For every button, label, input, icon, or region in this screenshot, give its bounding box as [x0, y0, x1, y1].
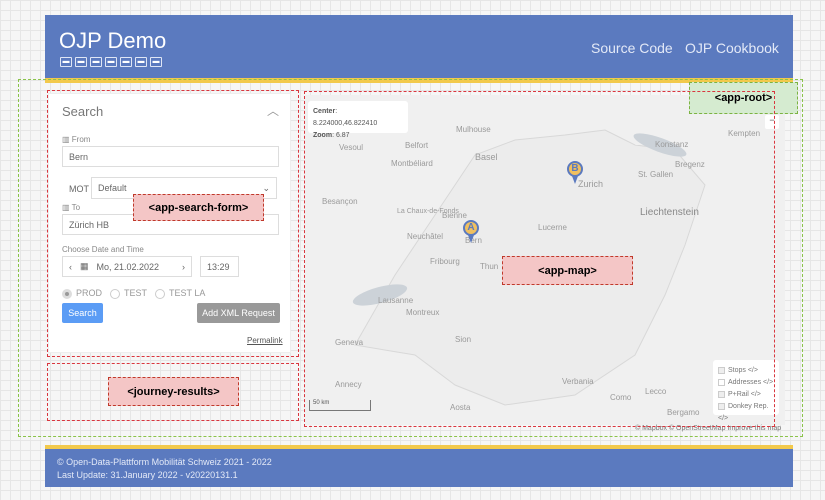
- footer-version: Last Update: 31.January 2022 - v20220131…: [57, 470, 238, 480]
- funicular-icon: ▬: [105, 57, 117, 67]
- rack-railway-icon: ▬: [135, 57, 147, 67]
- journey-results-tag: <journey-results>: [108, 377, 239, 406]
- tram-icon: ▬: [75, 57, 87, 67]
- app-map-tag: <app-map>: [502, 256, 633, 285]
- train-icon: ▬: [90, 57, 102, 67]
- ojp-cookbook-link[interactable]: OJP Cookbook: [685, 40, 779, 56]
- app-header: OJP Demo ▬ ▬ ▬ ▬ ▬ ▬ ▬ Source Code OJP C…: [45, 15, 793, 78]
- search-form-outline: [47, 90, 299, 357]
- boat-icon: ▬: [150, 57, 162, 67]
- cablecar-icon: ▬: [120, 57, 132, 67]
- source-code-link[interactable]: Source Code: [591, 40, 673, 56]
- app-footer: © Open-Data-Plattform Mobilität Schweiz …: [45, 449, 793, 487]
- search-form-tag: <app-search-form>: [133, 194, 264, 221]
- footer-copyright: © Open-Data-Plattform Mobilität Schweiz …: [57, 457, 272, 467]
- app-title: OJP Demo: [59, 28, 167, 53]
- bus-icon: ▬: [60, 57, 72, 67]
- transport-modes: ▬ ▬ ▬ ▬ ▬ ▬ ▬: [60, 57, 162, 67]
